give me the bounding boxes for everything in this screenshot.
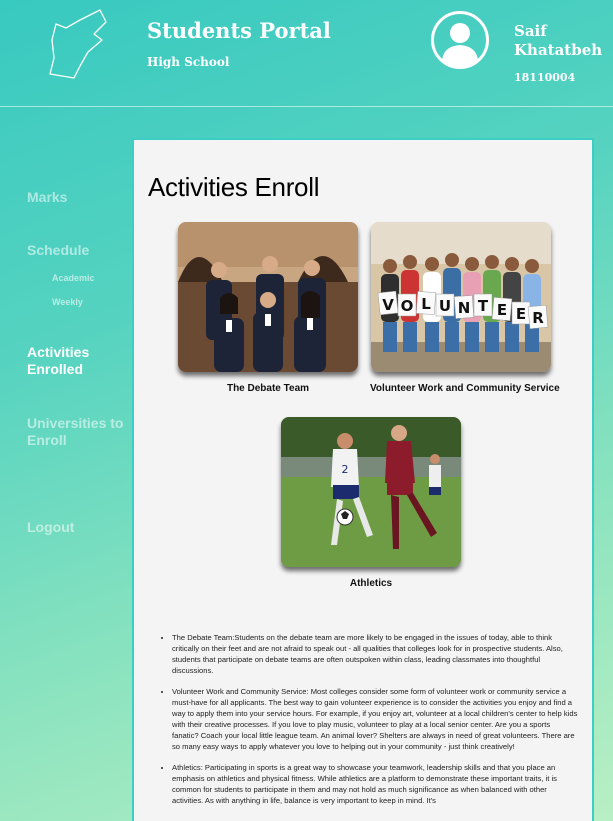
activity-caption: Athletics <box>349 578 393 589</box>
description-athletics: Athletics: Participating in sports is a … <box>172 762 578 806</box>
user-avatar-icon[interactable] <box>430 10 490 70</box>
svg-text:R: R <box>532 309 544 327</box>
svg-text:N: N <box>458 299 471 317</box>
user-id: 18110004 <box>514 71 576 84</box>
portal-subtitle: High School <box>147 55 230 69</box>
sidebar-item-universities[interactable]: Universities to Enroll <box>27 415 127 449</box>
athletics-photo: 2 <box>281 417 461 567</box>
description-volunteer: Volunteer Work and Community Service: Mo… <box>172 686 578 752</box>
activity-caption: Volunteer Work and Community Service <box>370 383 560 394</box>
header: Students Portal High School Saif Khatatb… <box>0 0 613 107</box>
svg-text:O: O <box>401 297 414 315</box>
svg-text:T: T <box>478 297 489 315</box>
svg-text:L: L <box>421 295 431 313</box>
sidebar-item-schedule[interactable]: Schedule <box>27 242 127 259</box>
user-name: Saif Khatatbeh <box>514 22 603 59</box>
svg-text:2: 2 <box>342 463 349 476</box>
activity-card-volunteer[interactable]: VOL UNT EER Volunteer Work and Community… <box>370 222 560 394</box>
sidebar-item-marks[interactable]: Marks <box>27 189 127 206</box>
svg-text:E: E <box>516 305 526 323</box>
portal-title: Students Portal <box>147 18 331 43</box>
jordan-map-logo <box>49 9 107 79</box>
activity-card-debate[interactable]: The Debate Team <box>177 222 359 394</box>
sidebar-item-logout[interactable]: Logout <box>27 519 127 536</box>
debate-team-photo <box>178 222 358 372</box>
svg-text:E: E <box>497 301 507 319</box>
svg-text:U: U <box>439 297 451 315</box>
sidebar-item-activities-enrolled[interactable]: Activities Enrolled <box>27 344 127 378</box>
page-title: Activities Enroll <box>148 172 320 202</box>
sidebar-subitem-academic[interactable]: Academic <box>52 273 95 283</box>
volunteer-photo: VOL UNT EER <box>371 222 551 372</box>
activity-descriptions: The Debate Team:Students on the debate t… <box>160 632 578 816</box>
sidebar-subitem-weekly[interactable]: Weekly <box>52 297 83 307</box>
svg-text:V: V <box>382 296 394 314</box>
activity-caption: The Debate Team <box>226 383 310 394</box>
description-debate: The Debate Team:Students on the debate t… <box>172 632 578 676</box>
activity-card-athletics[interactable]: 2 Athletics <box>280 417 462 589</box>
content-panel: Activities Enroll The Debate Team V O L … <box>132 138 594 821</box>
sidebar: Marks Schedule Academic Weekly Activitie… <box>0 107 130 821</box>
